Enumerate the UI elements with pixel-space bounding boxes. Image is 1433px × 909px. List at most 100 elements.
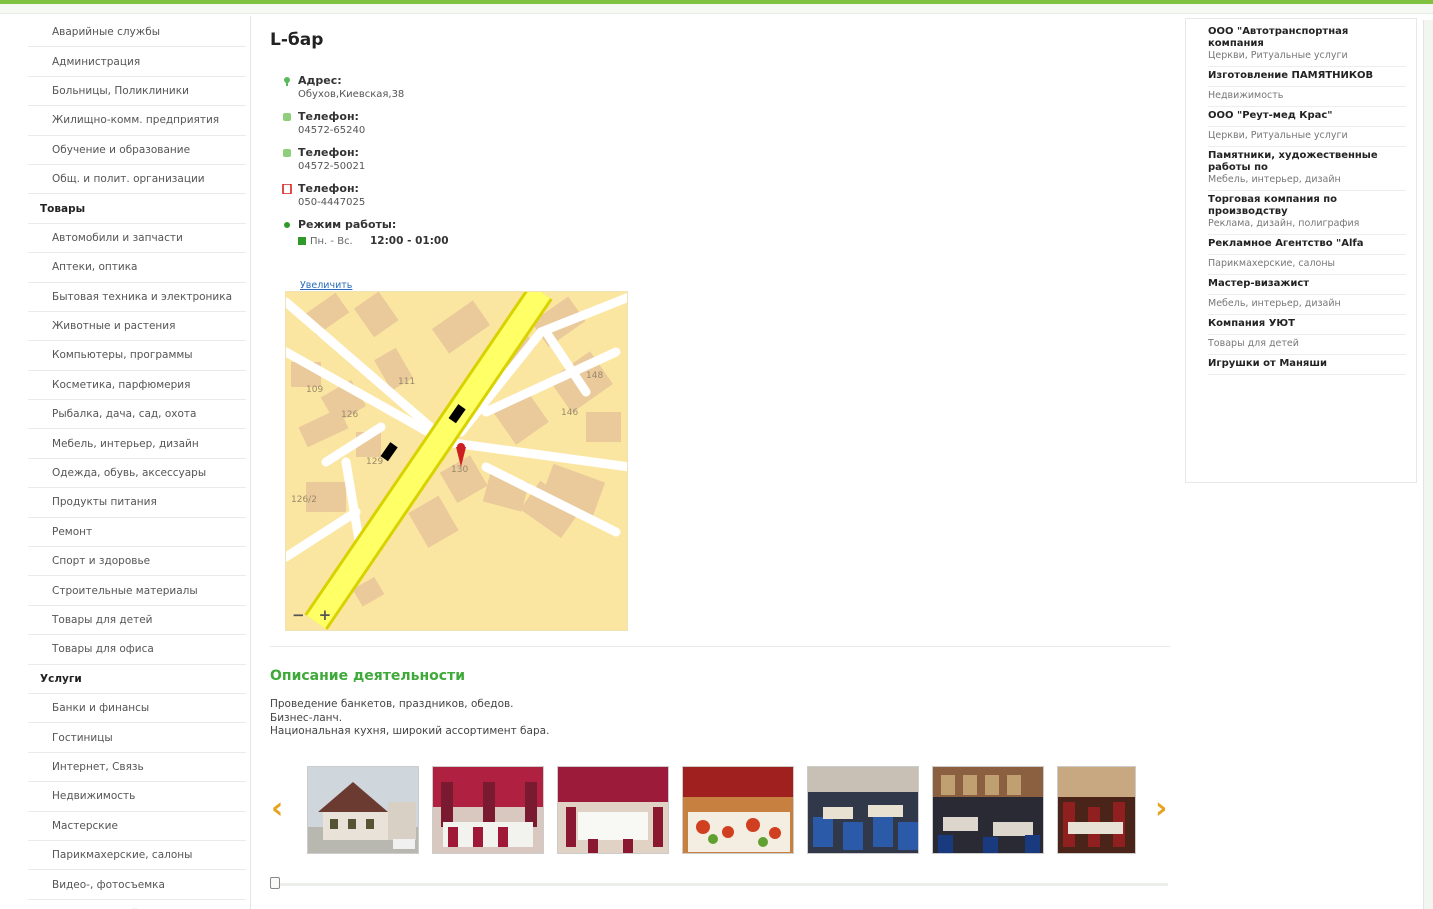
section-divider [270, 646, 1170, 647]
sidebar-item[interactable]: Парикмахерские, салоны [28, 841, 246, 871]
phone-row-1: Телефон: 04572-65240 [282, 110, 602, 137]
gallery-prev-arrow-icon[interactable]: ‹ [271, 794, 283, 824]
ad-listing[interactable]: Мастер-визажист [1208, 275, 1406, 295]
sidebar-item[interactable]: Гостиницы [28, 723, 246, 753]
ad-title[interactable]: Игрушки от Маняши [1208, 358, 1406, 370]
ad-title[interactable]: Торговая компания по производству [1208, 194, 1406, 218]
ad-category[interactable]: Парикмахерские, салоны [1208, 258, 1406, 270]
sidebar-item[interactable]: Строительные материалы [28, 576, 246, 606]
ad-category[interactable]: Недвижимость [1208, 90, 1406, 102]
phone-value: 04572-50021 [298, 161, 366, 172]
sidebar-item[interactable]: Мастерские [28, 812, 246, 841]
sidebar-item[interactable]: Продукты питания [28, 488, 246, 518]
sidebar-item[interactable]: Видео-, фотосъемка [28, 870, 246, 900]
sidebar-item[interactable]: Обучение и образование [28, 136, 246, 165]
ad-title[interactable]: Памятники, художественные работы по [1208, 150, 1406, 174]
sidebar-item[interactable]: Бытовая техника и электроника [28, 283, 246, 312]
sidebar-item[interactable]: Одежда, обувь, аксессуары [28, 459, 246, 489]
phone-label: Телефон: [298, 146, 359, 159]
description-line: Национальная кухня, широкий ассортимент … [270, 725, 550, 737]
map-canvas[interactable]: 111 148 146 126 109 126/2 129 130 [286, 292, 628, 631]
ad-listing[interactable]: ООО "Автотранспортная компания Церкви, Ри… [1208, 23, 1406, 67]
sidebar-item[interactable]: Рыбалка, дача, сад, охота [28, 400, 246, 430]
enlarge-map-link[interactable]: Увеличить [300, 280, 352, 291]
gallery-photo[interactable] [682, 766, 794, 854]
sidebar-item[interactable]: Товары для офиса [28, 635, 246, 665]
sidebar-item[interactable]: Животные и растения [28, 312, 246, 342]
sidebar-item[interactable]: Банки и финансы [28, 694, 246, 724]
phone-icon [283, 113, 291, 121]
gallery-photo[interactable] [432, 766, 544, 854]
map-label: 109 [306, 385, 323, 395]
day-marker [298, 237, 306, 245]
sidebar-item[interactable]: Спорт и здоровье [28, 547, 246, 577]
hours-row: Режим работы: Пн. - Вс. 12:00 - 01:00 [282, 218, 602, 247]
ad-listing[interactable]: ООО "Реут-мед Крас" [1208, 107, 1406, 127]
ad-title[interactable]: Мастер-визажист [1208, 278, 1406, 290]
ad-category[interactable]: Церкви, Ритуальные услуги [1208, 130, 1406, 142]
ad-listing[interactable]: Церкви, Ритуальные услуги [1208, 127, 1406, 147]
ad-listing[interactable]: Товары для детей [1208, 335, 1406, 355]
ad-category[interactable]: Церкви, Ритуальные услуги [1208, 50, 1406, 62]
hours-label: Режим работы: [298, 218, 397, 231]
location-map[interactable]: 111 148 146 126 109 126/2 129 130 − + [285, 291, 628, 631]
gallery-scroll-track[interactable] [280, 883, 1168, 886]
page-scrollbar[interactable] [1423, 20, 1433, 909]
ad-title[interactable]: ООО "Автотранспортная компания [1208, 26, 1406, 50]
sidebar-item[interactable]: Аптеки, оптика [28, 253, 246, 283]
sidebar-item[interactable]: Администрация [28, 47, 246, 77]
gallery-photo[interactable] [932, 766, 1044, 854]
ad-title[interactable]: Изготовление ПАМЯТНИКОВ [1208, 70, 1406, 82]
ad-listing[interactable]: Рекламное Агентство "Alfa [1208, 235, 1406, 255]
ad-listing[interactable]: Компания УЮТ [1208, 315, 1406, 335]
sidebar-item[interactable]: Жилищно-комм. предприятия [28, 106, 246, 136]
photo-gallery [307, 766, 1136, 856]
map-label: 146 [561, 408, 578, 418]
gallery-scroll-handle[interactable] [270, 877, 280, 889]
sidebar-item[interactable]: Косметика, парфюмерия [28, 371, 246, 401]
sidebar-item[interactable]: Интернет, Связь [28, 753, 246, 783]
ad-category[interactable]: Товары для детей [1208, 338, 1406, 350]
zoom-out-button[interactable]: − [292, 606, 305, 624]
phone-icon [283, 149, 291, 157]
phone-label: Телефон: [298, 182, 359, 195]
sidebar-item[interactable]: Ремонт [28, 518, 246, 548]
category-sidebar: Аварийные службы Администрация Больницы, П… [28, 18, 246, 909]
mobile-phone-icon [282, 184, 292, 194]
clock-icon [284, 222, 290, 228]
sidebar-item[interactable]: Недвижимость [28, 782, 246, 812]
ad-listing[interactable]: Мебель, интерьер, дизайн [1208, 295, 1406, 315]
ad-listing[interactable]: Изготовление ПАМЯТНИКОВ [1208, 67, 1406, 87]
zoom-in-button[interactable]: + [319, 606, 332, 624]
ad-title[interactable]: Рекламное Агентство "Alfa [1208, 238, 1406, 250]
gallery-photo[interactable] [557, 766, 669, 854]
ad-listing[interactable]: Парикмахерские, салоны [1208, 255, 1406, 275]
top-strip [0, 4, 1433, 14]
gallery-photo[interactable] [807, 766, 919, 854]
ad-listing[interactable]: Памятники, художественные работы по Мебел… [1208, 147, 1406, 191]
address-row: Адрес: Обухов,Киевская,38 [282, 74, 602, 101]
gallery-next-arrow-icon[interactable]: › [1155, 794, 1167, 824]
gallery-photo[interactable] [1057, 766, 1136, 854]
ad-category[interactable]: Мебель, интерьер, дизайн [1208, 174, 1406, 186]
ad-listing[interactable]: Недвижимость [1208, 87, 1406, 107]
sidebar-item[interactable]: Автомобили и запчасти [28, 224, 246, 254]
ad-title[interactable]: ООО "Реут-мед Крас" [1208, 110, 1406, 122]
sidebar-item[interactable]: Общ. и полит. организации [28, 165, 246, 195]
hours-schedule: Пн. - Вс. 12:00 - 01:00 [298, 235, 602, 247]
phone-row-2: Телефон: 04572-50021 [282, 146, 602, 173]
ad-title[interactable]: Компания УЮТ [1208, 318, 1406, 330]
sidebar-item[interactable]: Мебель, интерьер, дизайн [28, 429, 246, 459]
sidebar-item[interactable]: Больницы, Поликлиники [28, 77, 246, 107]
ad-listing[interactable]: Торговая компания по производству Реклама… [1208, 191, 1406, 235]
sidebar-item[interactable]: Реклама, дизайн, полиграфия [28, 900, 246, 909]
ad-category[interactable]: Реклама, дизайн, полиграфия [1208, 218, 1406, 230]
phone-row-3: Телефон: 050-4447025 [282, 182, 602, 209]
gallery-photo[interactable] [307, 766, 419, 854]
sidebar-item[interactable]: Товары для детей [28, 606, 246, 636]
sidebar-item[interactable]: Аварийные службы [28, 18, 246, 48]
ad-category[interactable]: Мебель, интерьер, дизайн [1208, 298, 1406, 310]
description-title: Описание деятельности [270, 668, 466, 684]
sidebar-item[interactable]: Компьютеры, программы [28, 341, 246, 371]
ad-listing[interactable]: Игрушки от Маняши [1208, 355, 1406, 375]
